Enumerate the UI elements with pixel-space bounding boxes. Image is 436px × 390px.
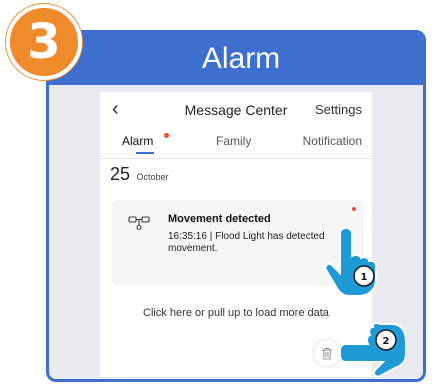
load-more-link[interactable]: Click here or pull up to load more data [100, 307, 372, 319]
top-bar: ‹ Message Center Settings [100, 92, 372, 128]
date-heading: 25 October [110, 164, 169, 185]
floodlight-camera-icon [128, 216, 150, 231]
date-month: October [136, 172, 169, 182]
alarm-unread-dot [164, 133, 169, 138]
active-tab-indicator [136, 152, 154, 154]
tab-alarm[interactable]: Alarm [122, 134, 153, 148]
hand-pointer-icon: 1 [324, 226, 377, 297]
tab-family[interactable]: Family [216, 134, 251, 148]
message-unread-dot [352, 207, 356, 211]
banner: Alarm [49, 33, 423, 85]
tab-notification[interactable]: Notification [303, 134, 362, 148]
hand-pointer-icon: 2 [339, 322, 406, 378]
settings-link[interactable]: Settings [315, 102, 362, 117]
callout-number-2: 2 [383, 336, 390, 347]
step-number-badge: 3 [6, 4, 82, 80]
message-title: Movement detected [168, 213, 271, 225]
date-day: 25 [110, 164, 131, 184]
callout-number-1: 1 [361, 272, 368, 283]
divider [100, 158, 372, 159]
banner-title: Alarm [201, 42, 281, 75]
trash-icon [322, 347, 332, 360]
